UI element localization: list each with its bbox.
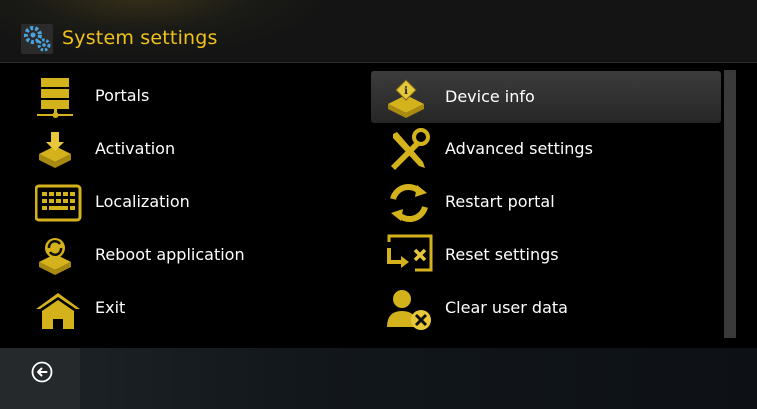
menu-label: Portals [95,86,150,105]
menu-item-reset-settings[interactable]: Reset settings [385,229,735,281]
scrollbar[interactable] [724,70,736,338]
tools-icon [391,128,430,170]
menu-label: Restart portal [445,192,555,211]
menu-label: Reboot application [95,245,245,264]
refresh-icon [390,184,428,222]
menu-item-activation[interactable]: Activation [35,123,385,175]
menu-item-device-info[interactable]: i Device info [371,71,721,123]
keyboard-icon [35,184,82,222]
menu-item-advanced-settings[interactable]: Advanced settings [385,123,735,175]
menu-item-portals[interactable]: Portals [35,70,385,122]
menu-item-restart-portal[interactable]: Restart portal [385,176,735,228]
user-remove-icon [387,290,431,330]
gears-icon [21,24,53,54]
back-button[interactable] [0,348,80,409]
menu-item-reboot-application[interactable]: Reboot application [35,229,385,281]
menu-item-clear-user-data[interactable]: Clear user data [385,282,735,334]
menu-label: Advanced settings [445,139,593,158]
footer-bar [0,348,757,409]
home-icon [36,293,80,329]
back-icon [31,361,53,383]
menu-label: Activation [95,139,176,158]
menu-label: Device info [445,87,535,106]
download-box-icon [39,132,71,168]
menu-label: Clear user data [445,298,568,317]
reset-icon [387,234,433,272]
menu-label: Reset settings [445,245,559,264]
menu-item-exit[interactable]: Exit [35,282,385,334]
device-info-icon: i [388,79,424,118]
menu-item-localization[interactable]: Localization [35,176,385,228]
menu-label: Exit [95,298,126,317]
server-icon [37,78,73,118]
menu-label: Localization [95,192,190,211]
reboot-icon [39,238,71,275]
page-title: System settings [62,27,218,49]
header-bar: System settings [0,0,757,63]
svg-text:i: i [404,86,408,97]
